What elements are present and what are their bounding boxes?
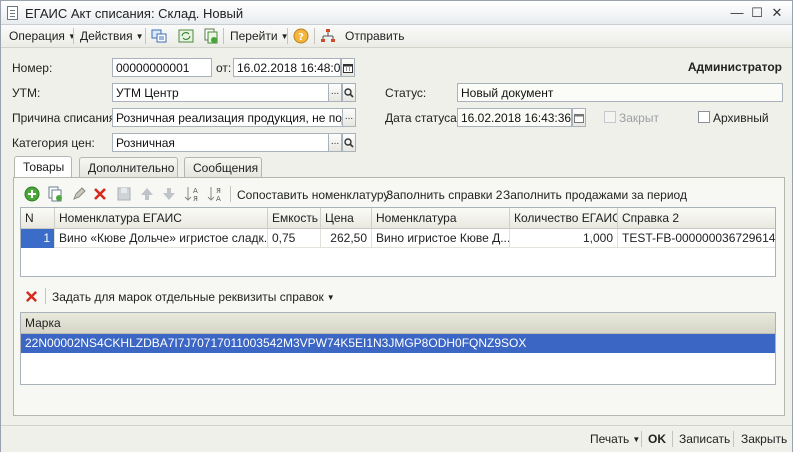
goods-table[interactable]: N Номенклатура ЕГАИС Емкость Цена Номенк… [20, 207, 776, 277]
svg-text:Я: Я [193, 195, 198, 203]
current-user: Администратор [687, 60, 782, 74]
marks-table[interactable]: Марка 22N00002NS4CKHLZDBA7I7J70717011003… [20, 312, 776, 385]
utm-select-button[interactable]: ... [328, 83, 342, 102]
help-icon[interactable]: ? [293, 28, 309, 44]
sort-descending-icon[interactable]: ЯA [207, 185, 225, 203]
closed-label: Закрыт [619, 111, 659, 125]
from-label: от: [216, 61, 232, 75]
col-price[interactable]: Цена [321, 208, 372, 229]
delete-row-icon[interactable] [93, 187, 107, 201]
status-date-field: 16.02.2018 16:43:36 [457, 108, 572, 127]
match-nomenclature-button[interactable]: Сопоставить номенклатуру [237, 188, 389, 202]
close-window-button[interactable]: ✕ [768, 4, 786, 21]
fill-sales-button[interactable]: Заполнить продажами за период [503, 188, 687, 202]
number-field[interactable]: 00000000001 [112, 58, 212, 77]
add-row-icon[interactable] [24, 186, 40, 202]
window-title: ЕГАИС Акт списания: Склад. Новый [25, 6, 244, 21]
tab-goods[interactable]: Товары [14, 156, 72, 178]
cell-n[interactable]: 1 [21, 229, 55, 248]
fill-references-button[interactable]: Заполнить справки 2 [386, 188, 502, 202]
status-date-calendar-button [572, 108, 586, 127]
cell-price[interactable]: 262,50 [321, 229, 372, 248]
save-button[interactable]: Записать [679, 432, 730, 446]
price-category-select-button[interactable]: ... [328, 133, 342, 152]
svg-text:A: A [193, 187, 198, 195]
set-mark-properties-menu[interactable]: Задать для марок отдельные реквизиты спр… [52, 290, 335, 304]
search-icon [344, 88, 354, 98]
utm-field[interactable]: УТМ Центр [112, 83, 329, 102]
sort-ascending-icon[interactable]: AЯ [184, 185, 202, 203]
reason-select-button[interactable]: ... [342, 108, 356, 127]
archive-checkbox[interactable] [698, 111, 710, 123]
maximize-button[interactable]: ☐ [748, 4, 766, 21]
closed-checkbox [604, 111, 616, 123]
table-row[interactable]: 22N00002NS4CKHLZDBA7I7J70717011003542M3V… [21, 334, 775, 353]
marks-table-header[interactable]: Марка [21, 313, 775, 334]
hierarchy-send-icon[interactable] [320, 28, 336, 44]
cell-egais-quantity[interactable]: 1,000 [510, 229, 618, 248]
reason-label: Причина списания: [12, 111, 119, 125]
search-icon [344, 138, 354, 148]
operation-menu[interactable]: Операция ▼ [9, 29, 76, 43]
calendar-icon [574, 114, 584, 123]
close-button[interactable]: Закрыть [741, 432, 787, 446]
calendar-icon [343, 64, 353, 73]
utm-label: УТМ: [12, 86, 41, 100]
refresh-icon[interactable] [178, 28, 194, 44]
status-date-label: Дата статуса: [385, 111, 461, 125]
cell-nomenclature[interactable]: Вино игристое Кюве Д... [372, 229, 510, 248]
price-category-field[interactable]: Розничная [112, 133, 329, 152]
move-up-icon [141, 188, 153, 200]
main-toolbar: Операция ▼ Действия ▼ Перейти ▼ ? Отправить [1, 25, 792, 48]
reason-field[interactable]: Розничная реализация продукция, не подле… [112, 108, 343, 127]
status-label: Статус: [385, 86, 427, 100]
svg-text:?: ? [298, 32, 304, 43]
actions-menu[interactable]: Действия ▼ [80, 29, 144, 43]
col-reference-2[interactable]: Справка 2 [618, 208, 775, 229]
col-n[interactable]: N [21, 208, 55, 229]
price-category-open-button[interactable] [342, 133, 356, 152]
archive-label: Архивный [713, 111, 769, 125]
date-field[interactable]: 16.02.2018 16:48:08 [233, 58, 341, 77]
move-down-icon [163, 188, 175, 200]
ok-button[interactable]: OK [648, 432, 666, 446]
utm-open-button[interactable] [342, 83, 356, 102]
col-egais-nomenclature[interactable]: Номенклатура ЕГАИС [55, 208, 268, 229]
col-nomenclature[interactable]: Номенклатура [372, 208, 510, 229]
svg-text:Я: Я [216, 187, 221, 195]
goods-table-header: N Номенклатура ЕГАИС Емкость Цена Номенк… [21, 208, 775, 229]
copy-icon[interactable] [203, 28, 219, 44]
structure-icon[interactable] [151, 28, 167, 44]
minimize-button[interactable]: — [728, 4, 746, 21]
edit-row-icon[interactable] [71, 186, 87, 202]
tab-messages[interactable]: Сообщения [184, 157, 262, 177]
cell-egais-nomenclature[interactable]: Вино «Кюве Дольче» игристое сладк... [55, 229, 268, 248]
cell-capacity[interactable]: 0,75 [268, 229, 321, 248]
tab-additional[interactable]: Дополнительно [79, 157, 178, 177]
svg-text:A: A [216, 195, 221, 203]
status-field: Новый документ [457, 83, 783, 102]
end-edit-icon [117, 187, 131, 201]
col-capacity[interactable]: Емкость [268, 208, 321, 229]
cell-reference-2[interactable]: TEST-FB-000000036729614 [618, 229, 775, 248]
copy-row-icon[interactable] [47, 186, 63, 202]
print-menu[interactable]: Печать ▼ [590, 432, 640, 446]
document-window: ЕГАИС Акт списания: Склад. Новый — ☐ ✕ О… [0, 0, 793, 452]
price-category-label: Категория цен: [12, 136, 95, 150]
delete-mark-icon[interactable] [25, 290, 38, 303]
table-row[interactable]: 1 Вино «Кюве Дольче» игристое сладк... 0… [21, 229, 775, 248]
number-label: Номер: [12, 61, 53, 75]
goto-menu[interactable]: Перейти ▼ [230, 29, 288, 43]
col-egais-quantity[interactable]: Количество ЕГАИС [510, 208, 618, 229]
title-bar: ЕГАИС Акт списания: Склад. Новый — ☐ ✕ [1, 1, 792, 25]
document-icon [7, 6, 18, 20]
send-button[interactable]: Отправить [345, 29, 405, 43]
calendar-button[interactable] [341, 58, 355, 77]
footer-bar: Печать ▼ OK Записать Закрыть [1, 425, 792, 452]
